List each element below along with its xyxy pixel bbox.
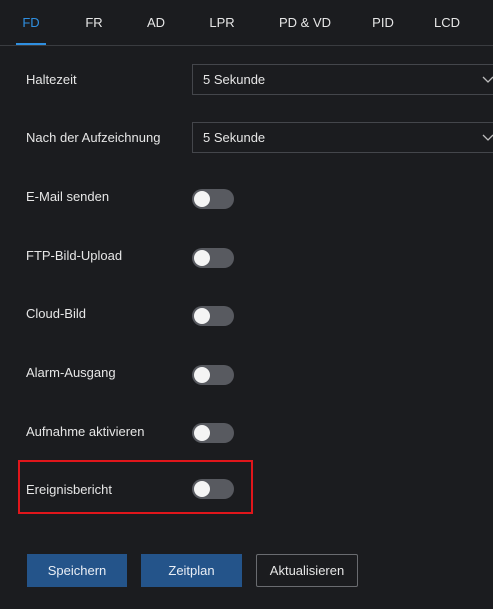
haltezeit-value: 5 Sekunde [203,72,266,87]
ftp-label: FTP-Bild-Upload [26,248,123,263]
haltezeit-select[interactable]: 5 Sekunde [192,64,493,95]
email-toggle[interactable] [192,189,234,209]
tab-pid[interactable]: PID [368,0,398,43]
tab-lpr[interactable]: LPR [202,0,242,43]
alarm-label: Alarm-Ausgang [26,365,116,380]
toggle-knob [194,308,210,324]
tab-fr[interactable]: FR [82,0,106,43]
ereignisbericht-label: Ereignisbericht [26,482,112,497]
haltezeit-label: Haltezeit [26,72,77,87]
nach-aufzeichnung-value: 5 Sekunde [203,130,266,145]
tab-pd-vd[interactable]: PD & VD [276,0,334,43]
tab-ad[interactable]: AD [143,0,169,43]
chevron-down-icon [482,76,493,83]
toggle-knob [194,250,210,266]
refresh-button[interactable]: Aktualisieren [256,554,358,587]
toggle-knob [194,425,210,441]
aufnahme-toggle[interactable] [192,423,234,443]
email-label: E-Mail senden [26,189,110,204]
nach-aufzeichnung-label: Nach der Aufzeichnung [26,130,161,145]
ereignisbericht-toggle[interactable] [192,479,234,499]
nach-aufzeichnung-select[interactable]: 5 Sekunde [192,122,493,153]
save-button[interactable]: Speichern [27,554,127,587]
schedule-button[interactable]: Zeitplan [141,554,242,587]
toggle-knob [194,481,210,497]
chevron-down-icon [482,134,493,141]
tab-fd[interactable]: FD [16,0,46,45]
cloud-toggle[interactable] [192,306,234,326]
tab-lcd[interactable]: LCD [427,0,467,43]
tab-bar: FD FR AD LPR PD & VD PID LCD [0,0,493,46]
alarm-toggle[interactable] [192,365,234,385]
toggle-knob [194,367,210,383]
toggle-knob [194,191,210,207]
ftp-toggle[interactable] [192,248,234,268]
aufnahme-label: Aufnahme aktivieren [26,424,145,439]
cloud-label: Cloud-Bild [26,306,86,321]
